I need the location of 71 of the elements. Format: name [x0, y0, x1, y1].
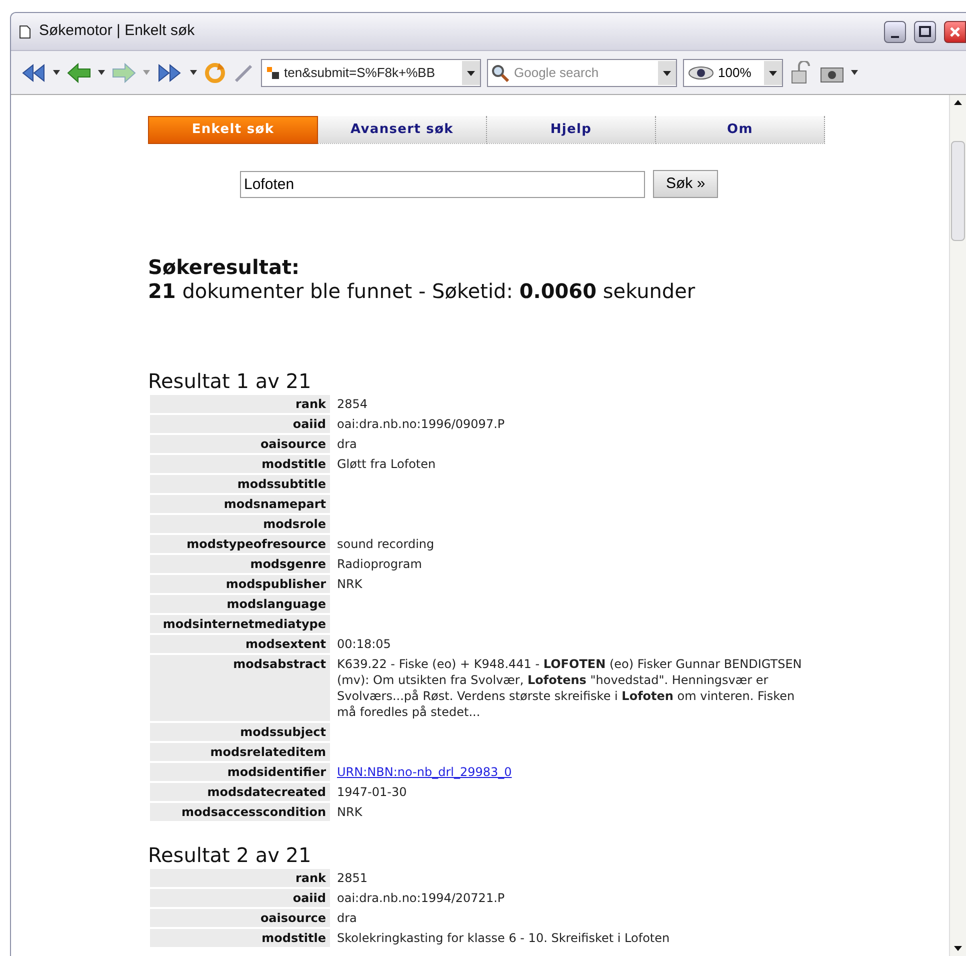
site-icon [266, 66, 280, 80]
search-button[interactable]: Søk » [653, 170, 718, 198]
field-label: modsabstract [150, 655, 330, 721]
scrollbar[interactable] [949, 95, 966, 956]
field-label: modslanguage [150, 595, 330, 613]
field-label: modstypeofresource [150, 535, 330, 553]
field-label: oaisource [150, 435, 330, 453]
identifier-link[interactable]: URN:NBN:no-nb_drl_29983_0 [337, 765, 512, 779]
field-value: dra [336, 436, 358, 453]
field-label: modstitle [150, 929, 330, 947]
field-label: oaiid [150, 415, 330, 433]
page-icon [19, 24, 31, 38]
padlock-icon[interactable] [789, 60, 813, 84]
nav-tab[interactable]: Hjelp [487, 116, 656, 144]
dropdown-icon[interactable] [764, 60, 782, 84]
field-label: modsidentifier [150, 763, 330, 781]
dropdown-icon[interactable] [851, 70, 858, 75]
dropdown-icon[interactable] [462, 60, 480, 84]
eye-icon [688, 66, 714, 80]
nav-tab[interactable]: Avansert søk [318, 116, 487, 144]
dropdown-icon[interactable] [658, 60, 676, 84]
field-value: sound recording [336, 536, 436, 553]
scrollbar-thumb[interactable] [951, 141, 965, 241]
maximize-button[interactable] [914, 20, 936, 42]
field-label: modsnamepart [150, 495, 330, 513]
window-title: Søkemotor | Enkelt søk [39, 21, 195, 42]
minimize-button[interactable] [884, 20, 906, 42]
field-label: oaisource [150, 909, 330, 927]
close-icon [949, 26, 961, 38]
field-value: Radioprogram [336, 556, 423, 573]
field-label: modstitle [150, 455, 330, 473]
field-label: modsextent [150, 635, 330, 653]
field-label: modsrelateditem [150, 743, 330, 761]
field-value: Skolekringkasting for klasse 6 - 10. Skreifisket i Lofoten [336, 930, 671, 947]
nav-tab[interactable]: Om [656, 116, 825, 144]
results-heading: Søkeresultat: [148, 255, 301, 279]
dropdown-icon[interactable] [98, 70, 105, 75]
field-label: rank [150, 395, 330, 413]
field-label: modssubject [150, 723, 330, 741]
dropdown-icon[interactable] [190, 70, 197, 75]
field-label: rank [150, 869, 330, 887]
close-button[interactable] [944, 20, 966, 42]
field-label: modsinternetmediatype [150, 615, 330, 633]
address-field[interactable]: ten&submit=S%F8k+%BB [261, 58, 481, 86]
back-arrow-icon[interactable] [66, 62, 92, 84]
field-label: modssubtitle [150, 475, 330, 493]
field-value: dra [336, 910, 358, 927]
field-value: K639.22 - Fiske (eo) + K948.441 - LOFOTEN (eo) Fisker Gunnar BENDIGTSEN (mv): Om utsikten fra Svolvær, Lofotens "hovedstad". Henningsvær er Svolværs...på Røst. Verdens største skreifiske i Lofoten om vinteren. Fisken må foredles på stedet... [336, 656, 803, 721]
results-summary: 21 dokumenter ble funnet - Søketid: 0.0060 sekunder [148, 279, 696, 303]
field-label: modsdatecreated [150, 783, 330, 801]
field-value: NRK [336, 576, 364, 593]
search-input[interactable]: Lofoten [240, 170, 645, 198]
field-value: oai:dra.nb.no:1994/20721.P [336, 890, 506, 907]
field-value: NRK [336, 804, 364, 821]
field-value: Gløtt fra Lofoten [336, 456, 437, 473]
field-label: modsrole [150, 515, 330, 533]
field-value: 2854 [336, 396, 369, 413]
reload-icon[interactable] [203, 60, 227, 84]
field-value: 1947-01-30 [336, 784, 408, 801]
field-label: oaiid [150, 889, 330, 907]
field-label: modsaccesscondition [150, 803, 330, 821]
field-value: 00:18:05 [336, 636, 392, 653]
field-value: oai:dra.nb.no:1996/09097.P [336, 416, 506, 433]
field-label: modsgenre [150, 555, 330, 573]
result-title: Resultat 2 av 21 [148, 843, 312, 867]
field-label: modspublisher [150, 575, 330, 593]
field-value: 2851 [336, 870, 369, 887]
search-icon [491, 64, 509, 82]
dropdown-icon[interactable] [53, 70, 60, 75]
result-title: Resultat 1 av 21 [148, 369, 312, 393]
zoom-control[interactable]: 100% [683, 58, 783, 86]
